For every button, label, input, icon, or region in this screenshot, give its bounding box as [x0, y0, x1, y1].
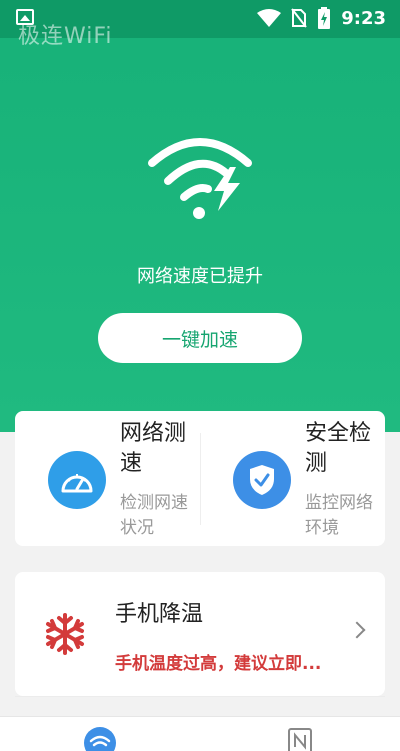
security-check-title: 安全检测 [305, 421, 372, 476]
speed-test-tool[interactable]: 网络测速 检测网速状况 [15, 411, 200, 546]
speed-test-desc: 检测网速状况 [120, 493, 188, 538]
phone-cooling-title: 手机降温 [115, 602, 204, 627]
no-sim-icon [291, 8, 308, 28]
one-click-boost-button[interactable]: 一键加速 [98, 313, 302, 363]
card-divider [15, 696, 385, 697]
news-tab-icon[interactable] [286, 727, 314, 751]
status-time: 9:23 [341, 7, 386, 29]
phone-cooling-desc: 手机温度过高，建议立即... [115, 654, 322, 674]
wifi-icon [257, 9, 282, 27]
app-title: 极连WiFi [18, 24, 113, 49]
tools-card: 网络测速 检测网速状况 安全检测 监控网络环境 [15, 411, 385, 546]
bottom-nav [0, 716, 400, 751]
security-check-desc: 监控网络环境 [305, 493, 373, 538]
wifi-bolt-icon [148, 135, 252, 225]
speedometer-icon [48, 451, 106, 509]
status-icons: 9:23 [257, 7, 386, 29]
shield-check-icon [233, 451, 291, 509]
chevron-right-icon [348, 621, 366, 639]
snowflake-icon [43, 612, 87, 660]
speed-test-title: 网络测速 [120, 421, 187, 476]
network-status-text: 网络速度已提升 [137, 266, 263, 287]
battery-charging-icon [317, 7, 331, 29]
phone-cooling-card[interactable]: 手机降温 手机温度过高，建议立即... [15, 572, 385, 696]
wifi-tab-icon[interactable] [84, 727, 116, 751]
security-check-tool[interactable]: 安全检测 监控网络环境 [200, 411, 385, 546]
